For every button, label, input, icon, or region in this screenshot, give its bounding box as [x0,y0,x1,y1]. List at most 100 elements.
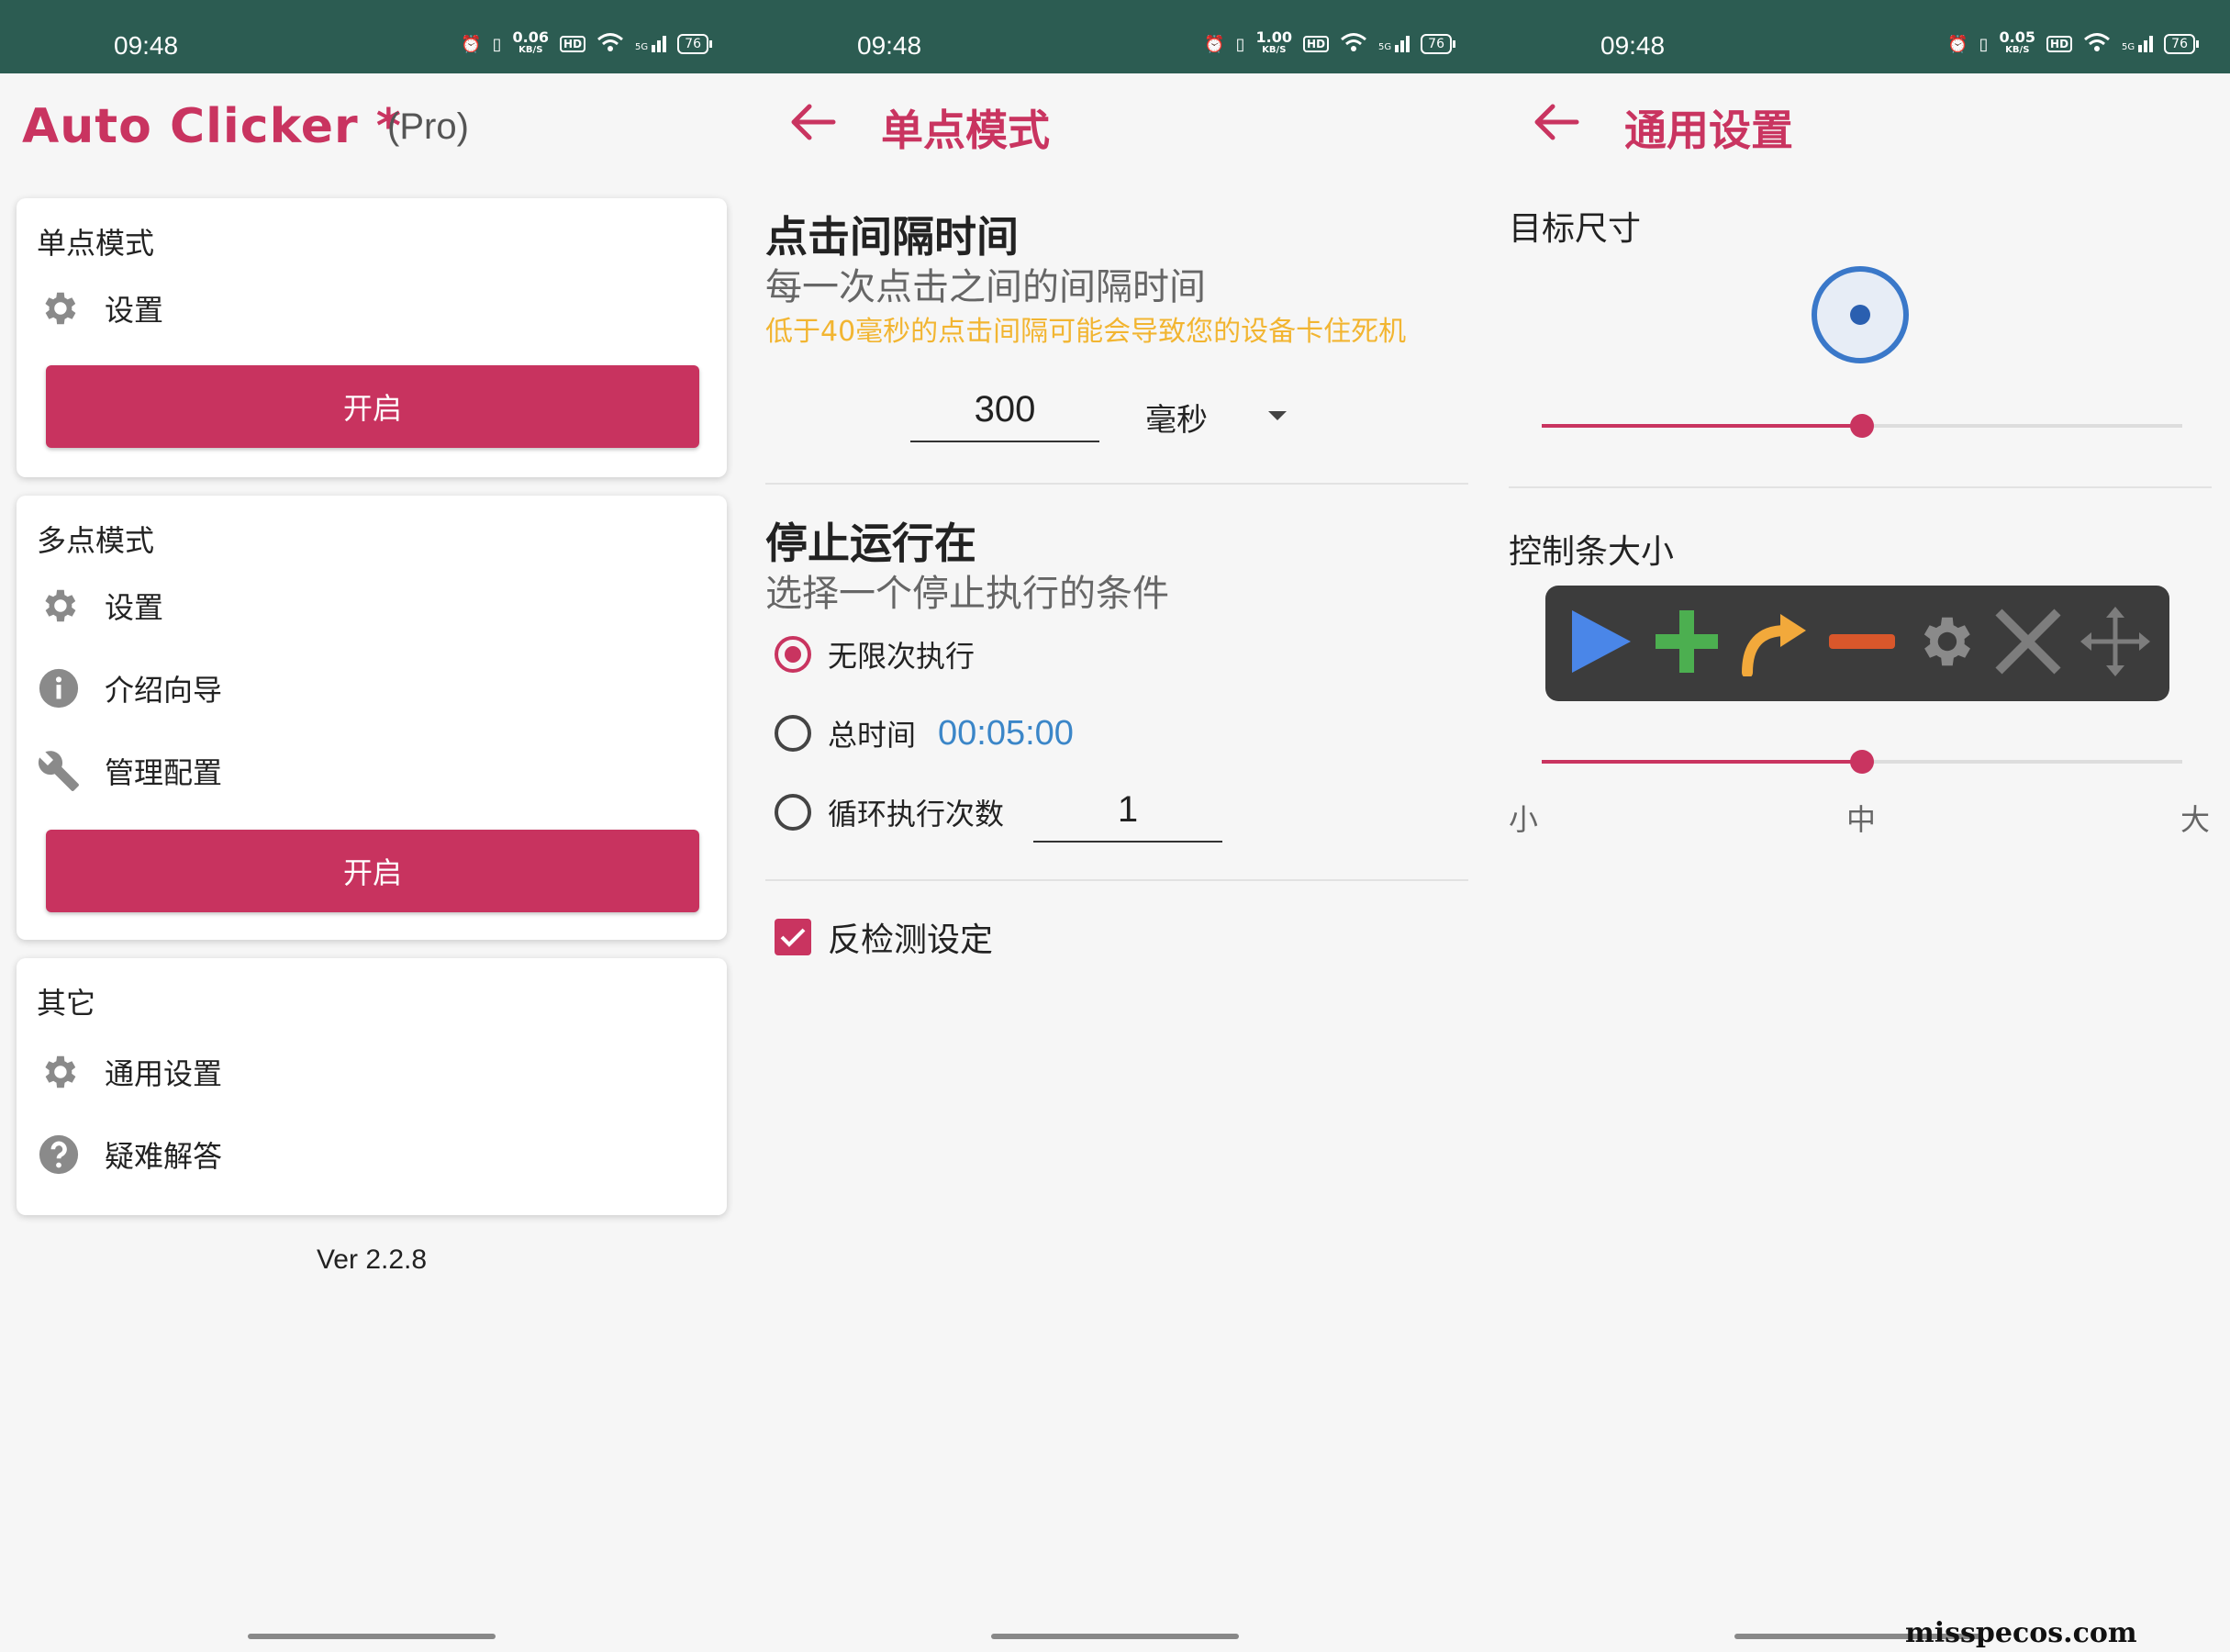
status-icons: ⏰ ▯ 0.06 KB/S HD 5G 76 [461,28,712,57]
status-time: 09:48 [857,31,922,60]
gesture-bar[interactable] [248,1634,496,1639]
back-arrow-icon[interactable] [1531,101,1586,147]
minus-icon [1827,632,1897,654]
wrench-icon [37,749,81,793]
alarm-icon: ⏰ [1947,34,1968,54]
radio-button[interactable] [775,715,811,752]
close-icon [1993,607,2063,680]
app-title-suffix: (Pro) [387,106,469,147]
divider [765,879,1468,881]
network-speed: 1.00 KB/S [1255,28,1293,56]
gesture-bar[interactable] [991,1634,1239,1639]
slider-thumb[interactable] [1850,750,1874,774]
divider [1509,486,2212,488]
status-time: 09:48 [114,31,179,60]
interval-input[interactable]: 300 [910,389,1099,442]
interval-subtitle: 每一次点击之间的间隔时间 [765,266,1206,308]
target-size-slider[interactable] [1542,414,2182,438]
move-icon [2079,605,2152,682]
control-bar-preview [1545,586,2169,701]
radio-button[interactable] [775,794,811,831]
item-label: 设置 [105,590,164,625]
card-title: 其它 [37,986,96,1021]
loop-count-input[interactable]: 1 [1033,789,1222,843]
status-icons: ⏰ ▯ 1.00 KB/S HD 5G 76 [1204,28,1455,57]
signal-icon: 5G [2122,36,2154,52]
divider [765,483,1468,485]
page-title: 单点模式 [881,106,1050,155]
gear-icon [1912,609,1977,677]
radio-label: 无限次执行 [828,639,976,674]
radio-label: 循环执行次数 [828,797,1005,832]
app-title: Auto Clicker * [22,99,402,154]
battery-icon: 76 [2164,34,2199,54]
slider-fill [1542,760,1862,764]
anti-detect-checkbox-row[interactable]: 反检测设定 [775,914,993,960]
hd-badge: HD [2046,36,2073,52]
gear-icon [37,1050,81,1094]
unit-label: 毫秒 [1145,401,1208,439]
radio-loop-count[interactable]: 循环执行次数 [775,789,1004,835]
vibrate-icon: ▯ [1979,34,1989,54]
info-icon [37,666,81,710]
gear-icon [37,584,81,628]
wifi-icon [1340,32,1367,57]
stop-title: 停止运行在 [765,519,976,568]
interval-title: 点击间隔时间 [765,212,1019,262]
wifi-icon [2083,32,2111,57]
slider-thumb[interactable] [1850,414,1874,438]
alarm-icon: ⏰ [1204,34,1225,54]
scale-small-label: 小 [1509,802,1539,837]
card-title: 单点模式 [37,226,155,261]
card-title: 多点模式 [37,523,155,558]
radio-label: 总时间 [828,718,917,753]
alarm-icon: ⏰ [461,34,482,54]
single-mode-card: 单点模式 设置 开启 [17,198,727,477]
play-icon [1563,605,1636,682]
home-screen: 09:48 ⏰ ▯ 0.06 KB/S HD 5G 76 Auto Clicker… [0,0,743,1652]
target-preview-icon [1810,264,1911,369]
radio-total-time[interactable]: 总时间 00:05:00 [775,710,1074,756]
signal-icon: 5G [1378,36,1410,52]
plus-icon [1652,607,1722,680]
single-start-button[interactable]: 开启 [46,365,699,448]
item-label: 管理配置 [105,755,223,790]
general-settings-item[interactable]: 通用设置 [37,1046,222,1098]
multi-settings-item[interactable]: 设置 [37,580,163,631]
item-label: 疑难解答 [105,1139,223,1174]
interval-warning: 低于40毫秒的点击间隔可能会导致您的设备卡住死机 [765,316,1407,348]
total-time-value[interactable]: 00:05:00 [938,714,1074,753]
checkbox-checked[interactable] [775,919,811,955]
signal-icon: 5G [635,36,667,52]
multi-start-button[interactable]: 开启 [46,830,699,912]
battery-icon: 76 [677,34,712,54]
radio-infinite[interactable]: 无限次执行 [775,631,975,677]
network-speed: 0.05 KB/S [1999,28,2036,56]
hd-badge: HD [1303,36,1330,52]
wifi-icon [597,32,624,57]
control-bar-size-label: 控制条大小 [1509,533,1675,571]
status-icons: ⏰ ▯ 0.05 KB/S HD 5G 76 [1947,28,2199,57]
scale-large-label: 大 [2180,802,2211,837]
network-speed: 0.06 KB/S [512,28,550,56]
dropdown-arrow-icon [1266,408,1288,426]
multi-manage-item[interactable]: 管理配置 [37,745,222,797]
redo-arrow-icon [1738,607,1812,680]
watermark: misspecos.com [1905,1617,2137,1649]
multi-guide-item[interactable]: 介绍向导 [37,663,222,714]
help-icon [37,1133,81,1177]
back-arrow-icon[interactable] [787,101,842,147]
general-settings-screen: 09:48 ⏰ ▯ 0.05 KB/S HD 5G 76 通用设置 目标尺寸 控制… [1487,0,2230,1652]
slider-fill [1542,424,1862,428]
target-size-label: 目标尺寸 [1509,210,1642,248]
single-settings-item[interactable]: 设置 [37,283,163,334]
battery-icon: 76 [1421,34,1455,54]
single-mode-screen: 09:48 ⏰ ▯ 1.00 KB/S HD 5G 76 单点模式 点击间隔时间 … [743,0,1487,1652]
unit-dropdown[interactable]: 毫秒 [1145,391,1288,442]
faq-item[interactable]: 疑难解答 [37,1129,222,1180]
gear-icon [37,286,81,330]
radio-button-selected[interactable] [775,636,811,673]
scale-mid-label: 中 [1846,802,1877,837]
hd-badge: HD [560,36,586,52]
control-bar-size-slider[interactable] [1542,750,2182,774]
